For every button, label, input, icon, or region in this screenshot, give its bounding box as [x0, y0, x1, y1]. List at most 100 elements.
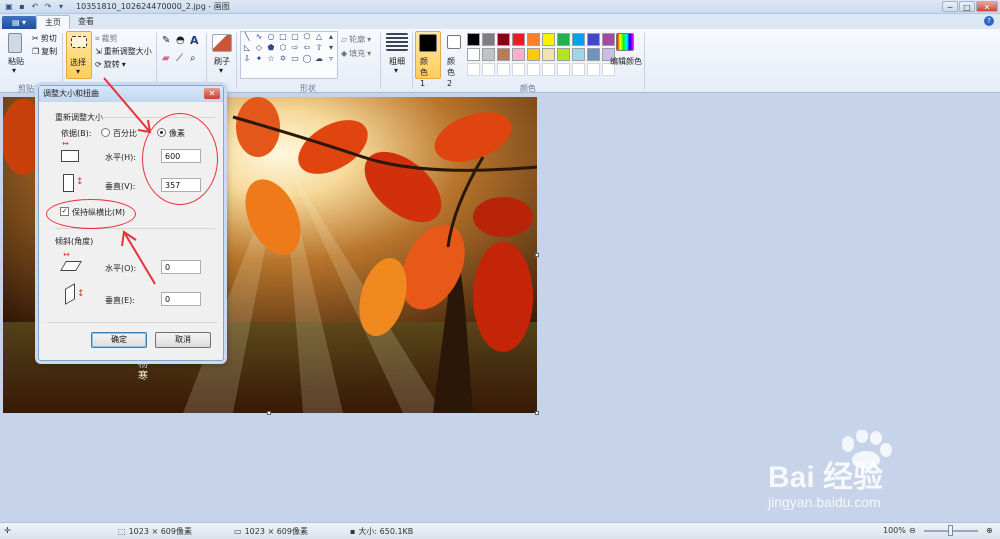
- resize-handle-bottom[interactable]: [267, 411, 271, 415]
- percent-radio[interactable]: [101, 128, 110, 137]
- rect-shape-icon[interactable]: □: [278, 32, 288, 42]
- zoom-slider-thumb[interactable]: [948, 525, 953, 536]
- skew-horizontal-input[interactable]: [161, 260, 201, 274]
- diamond-shape-icon[interactable]: ◇: [254, 43, 264, 53]
- palette-swatch[interactable]: [527, 63, 540, 76]
- palette-swatch[interactable]: [602, 33, 615, 46]
- cancel-button[interactable]: 取消: [155, 332, 211, 348]
- palette-swatch[interactable]: [512, 33, 525, 46]
- dropdown-icon[interactable]: ▾: [56, 2, 66, 12]
- palette-swatch[interactable]: [482, 33, 495, 46]
- left-arrow-shape-icon[interactable]: ⇦: [302, 43, 312, 53]
- fill-bucket-icon[interactable]: ◓: [176, 35, 185, 46]
- palette-swatch[interactable]: [542, 48, 555, 61]
- zoom-out-icon[interactable]: ⊖: [909, 526, 916, 535]
- palette-swatch[interactable]: [497, 33, 510, 46]
- palette-swatch[interactable]: [467, 63, 480, 76]
- minimize-button[interactable]: ─: [942, 1, 958, 12]
- oval-shape-icon[interactable]: ○: [266, 32, 276, 42]
- magnifier-icon[interactable]: ⌕: [190, 53, 196, 64]
- tab-view[interactable]: 查看: [70, 15, 102, 29]
- palette-swatch[interactable]: [482, 48, 495, 61]
- up-arrow-shape-icon[interactable]: ⇧: [314, 43, 324, 53]
- eraser-icon[interactable]: ▰: [162, 53, 170, 64]
- file-menu-button[interactable]: ▤ ▾: [2, 16, 36, 29]
- palette-swatch[interactable]: [557, 48, 570, 61]
- color-picker-icon[interactable]: ⟋: [176, 53, 183, 64]
- app-menu-icon[interactable]: ▣: [4, 2, 14, 12]
- line-shape-icon[interactable]: ╲: [242, 32, 252, 42]
- redo-icon[interactable]: ↷: [43, 2, 53, 12]
- pencil-icon[interactable]: ✎: [162, 35, 170, 46]
- percent-label[interactable]: 百分比: [113, 128, 137, 139]
- rotate-button[interactable]: ⟳ 旋转 ▾: [95, 59, 126, 70]
- fill-button[interactable]: ◆ 填充 ▾: [341, 48, 371, 59]
- ok-button[interactable]: 确定: [91, 332, 147, 348]
- size-dropdown-icon[interactable]: ▾: [394, 66, 398, 75]
- rounded-rect-shape-icon[interactable]: ▢: [290, 32, 300, 42]
- scroll-up-icon[interactable]: ▴: [326, 32, 336, 42]
- dialog-close-button[interactable]: ✕: [204, 88, 220, 99]
- palette-swatch[interactable]: [467, 48, 480, 61]
- color2-label[interactable]: 颜色 2: [447, 56, 461, 89]
- save-icon[interactable]: ▪: [17, 2, 27, 12]
- palette-swatch[interactable]: [527, 48, 540, 61]
- more-shapes-icon[interactable]: ▿: [326, 54, 336, 64]
- right-triangle-shape-icon[interactable]: ◺: [242, 43, 252, 53]
- edit-colors-icon[interactable]: [616, 33, 634, 51]
- palette-swatch[interactable]: [497, 63, 510, 76]
- resize-handle-corner[interactable]: [535, 411, 539, 415]
- palette-swatch[interactable]: [497, 48, 510, 61]
- palette-swatch[interactable]: [572, 63, 585, 76]
- brush-dropdown-icon[interactable]: ▾: [219, 66, 223, 75]
- outline-button[interactable]: ▱ 轮廓 ▾: [341, 34, 371, 45]
- star4-shape-icon[interactable]: ✦: [254, 54, 264, 64]
- edit-colors-button[interactable]: 编辑颜色: [610, 56, 642, 67]
- text-icon[interactable]: A: [190, 34, 199, 47]
- palette-swatch[interactable]: [482, 63, 495, 76]
- callout-rect-shape-icon[interactable]: ▭: [290, 54, 300, 64]
- tab-home[interactable]: 主页: [36, 15, 70, 29]
- curve-shape-icon[interactable]: ∿: [254, 32, 264, 42]
- palette-swatch[interactable]: [572, 33, 585, 46]
- right-arrow-shape-icon[interactable]: ⇨: [290, 43, 300, 53]
- pentagon-shape-icon[interactable]: ⬟: [266, 43, 276, 53]
- palette-swatch[interactable]: [542, 33, 555, 46]
- palette-swatch[interactable]: [527, 33, 540, 46]
- select-dropdown-icon[interactable]: ▾: [76, 67, 80, 76]
- help-icon[interactable]: ?: [984, 16, 994, 26]
- palette-swatch[interactable]: [587, 48, 600, 61]
- scroll-down-icon[interactable]: ▾: [326, 43, 336, 53]
- cut-button[interactable]: ✂ 剪切: [32, 33, 57, 44]
- star5-shape-icon[interactable]: ☆: [266, 54, 276, 64]
- down-arrow-shape-icon[interactable]: ⇩: [242, 54, 252, 64]
- palette-swatch[interactable]: [512, 48, 525, 61]
- skew-vertical-input[interactable]: [161, 292, 201, 306]
- palette-swatch[interactable]: [572, 48, 585, 61]
- zoom-in-icon[interactable]: ⊕: [986, 526, 993, 535]
- hexagon-shape-icon[interactable]: ⬡: [278, 43, 288, 53]
- polygon-shape-icon[interactable]: ⬠: [302, 32, 312, 42]
- palette-swatch[interactable]: [557, 63, 570, 76]
- brush-icon[interactable]: [212, 34, 232, 52]
- copy-button[interactable]: ❐ 复制: [32, 46, 57, 57]
- resize-button[interactable]: ⇲ 重新调整大小: [95, 46, 152, 57]
- cloud-shape-icon[interactable]: ☁: [314, 54, 324, 64]
- maximize-button[interactable]: □: [959, 1, 975, 12]
- close-button[interactable]: ✕: [976, 1, 998, 12]
- callout-oval-shape-icon[interactable]: ◯: [302, 54, 312, 64]
- undo-icon[interactable]: ↶: [30, 2, 40, 12]
- size-lines-icon[interactable]: [386, 33, 408, 51]
- palette-swatch[interactable]: [557, 33, 570, 46]
- palette-swatch[interactable]: [542, 63, 555, 76]
- clipboard-icon[interactable]: [8, 33, 22, 53]
- resize-handle-right[interactable]: [535, 253, 539, 257]
- star6-shape-icon[interactable]: ✡: [278, 54, 288, 64]
- paste-dropdown-icon[interactable]: ▾: [12, 66, 16, 75]
- palette-swatch[interactable]: [587, 33, 600, 46]
- palette-swatch[interactable]: [512, 63, 525, 76]
- triangle-shape-icon[interactable]: △: [314, 32, 324, 42]
- palette-swatch[interactable]: [587, 63, 600, 76]
- color2-swatch[interactable]: [447, 35, 461, 49]
- palette-swatch[interactable]: [467, 33, 480, 46]
